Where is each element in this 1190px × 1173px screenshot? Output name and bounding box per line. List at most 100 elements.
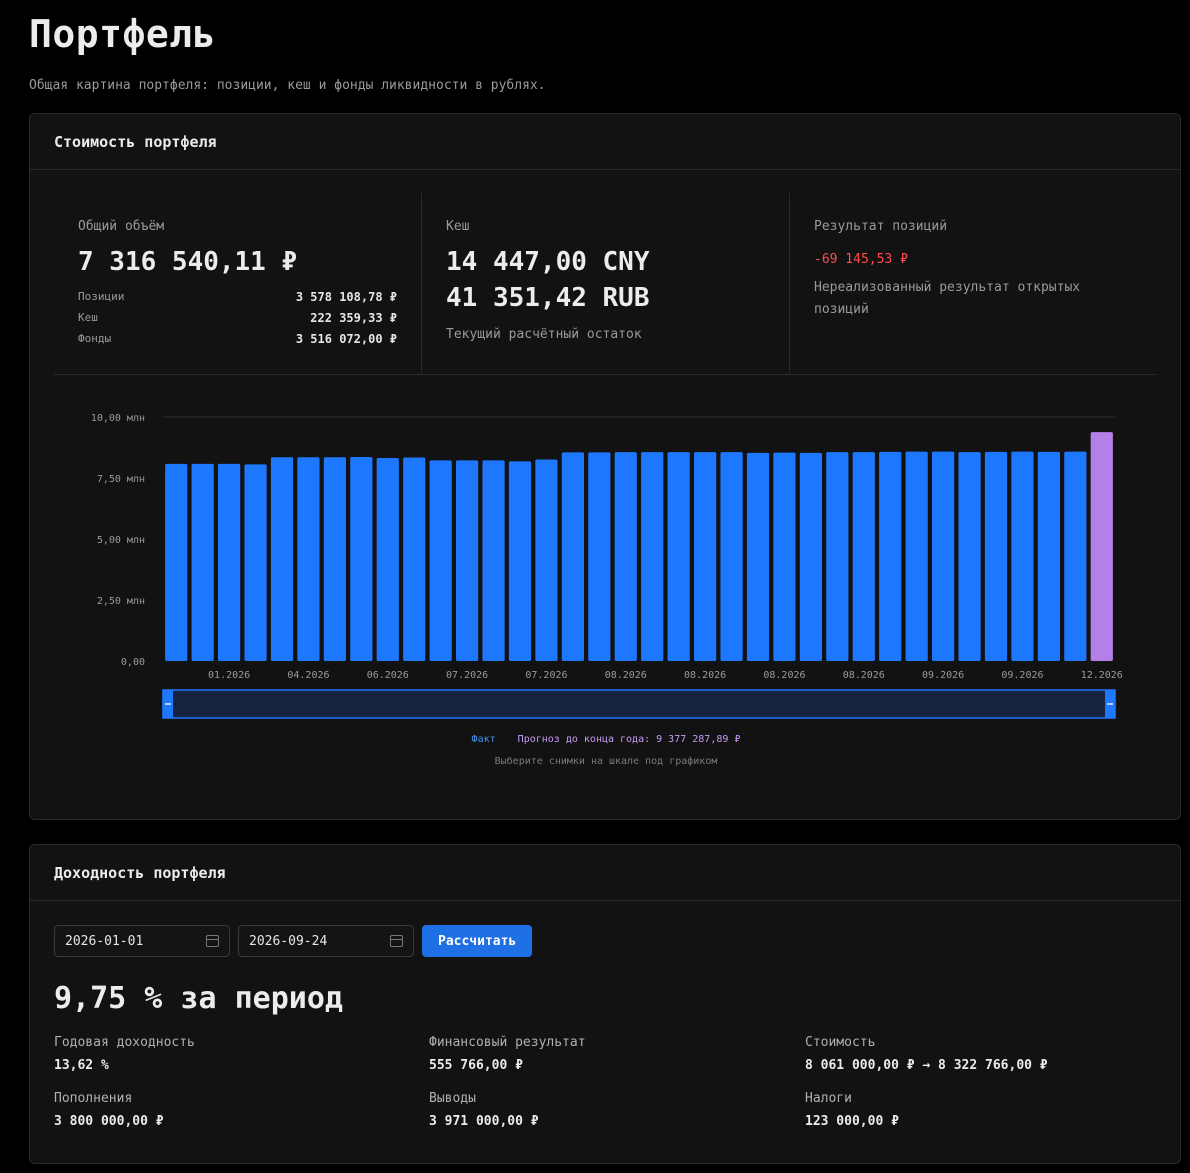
date-to-input[interactable]: 2026-09-24 <box>238 925 414 957</box>
chart-bar[interactable] <box>984 451 1008 661</box>
metric-item: Финансовый результат 555 766,00 ₽ <box>429 1035 805 1073</box>
chart-bar[interactable] <box>826 452 849 661</box>
stat-total: Общий объём 7 316 540,11 ₽ Позиции 3 578… <box>54 193 422 374</box>
metric-label: Налоги <box>805 1091 852 1106</box>
chart-bar[interactable] <box>218 463 241 661</box>
metric-value: 3 800 000,00 ₽ <box>54 1114 164 1129</box>
stat-cash-cny: 14 447,00 CNY <box>446 247 650 277</box>
chart-bar[interactable] <box>535 459 558 661</box>
breakdown-label: Кеш <box>78 311 98 324</box>
breakdown-row: Позиции 3 578 108,78 ₽ <box>78 286 397 307</box>
date-from-value: 2026-01-01 <box>65 933 144 949</box>
chart-bar[interactable] <box>561 452 584 661</box>
returns-metrics: Годовая доходность 13,62 % Финансовый ре… <box>54 1035 1154 1129</box>
legend-fact[interactable]: Факт <box>472 734 496 745</box>
chart-bar[interactable] <box>932 451 955 661</box>
chart-bar[interactable] <box>746 452 770 661</box>
metric-value: 13,62 % <box>54 1058 109 1073</box>
y-tick-label: 10,00 млн <box>91 413 145 424</box>
chart-bar[interactable] <box>323 457 346 661</box>
chart-legend: Факт Прогноз до конца года: 9 377 287,89… <box>30 734 1182 745</box>
metric-value: 3 971 000,00 ₽ <box>429 1114 539 1129</box>
calculate-button[interactable]: Рассчитать <box>422 925 533 957</box>
stat-result: Результат позиций -69 145,53 ₽ Нереализо… <box>790 193 1157 374</box>
chart-bar[interactable] <box>879 451 902 661</box>
page-subtitle: Общая картина портфеля: позиции, кеш и ф… <box>29 78 546 93</box>
range-slider[interactable] <box>162 689 1116 719</box>
x-tick-label: 08.2026 <box>763 670 805 681</box>
metric-item: Выводы 3 971 000,00 ₽ <box>429 1091 805 1129</box>
chart-bar[interactable] <box>191 463 214 661</box>
x-tick-label: 08.2026 <box>605 670 647 681</box>
card-title: Доходность портфеля <box>30 845 1180 901</box>
stat-result-label: Результат позиций <box>814 219 948 234</box>
x-tick-label: 06.2026 <box>367 670 409 681</box>
chart-bar[interactable] <box>508 461 532 661</box>
calendar-icon[interactable] <box>206 935 219 947</box>
portfolio-returns-card: Доходность портфеля 2026-01-01 2026-09-2… <box>29 844 1181 1164</box>
y-tick-label: 0,00 <box>121 657 145 668</box>
metric-value: 8 061 000,00 ₽ → 8 322 766,00 ₽ <box>805 1058 1048 1073</box>
chart-bar[interactable] <box>270 457 294 661</box>
chart-bar[interactable] <box>456 460 479 661</box>
chart-bar[interactable] <box>1011 451 1034 661</box>
metric-value: 555 766,00 ₽ <box>429 1058 523 1073</box>
metric-label: Годовая доходность <box>54 1035 195 1050</box>
chart-bar[interactable] <box>614 452 637 661</box>
metric-label: Выводы <box>429 1091 476 1106</box>
calendar-icon[interactable] <box>390 935 403 947</box>
metric-label: Стоимость <box>805 1035 876 1050</box>
x-tick-label: 09.2026 <box>922 670 964 681</box>
stat-cash: Кеш 14 447,00 CNY 41 351,42 RUB Текущий … <box>422 193 790 374</box>
metric-label: Финансовый результат <box>429 1035 586 1050</box>
metric-item: Пополнения 3 800 000,00 ₽ <box>54 1091 429 1129</box>
chart-bar[interactable] <box>429 460 452 661</box>
chart-bar[interactable] <box>376 457 399 661</box>
legend-forecast[interactable]: Прогноз до конца года: 9 377 287,89 ₽ <box>518 734 741 745</box>
stat-cash-label: Кеш <box>446 219 470 234</box>
stats-row: Общий объём 7 316 540,11 ₽ Позиции 3 578… <box>54 193 1157 375</box>
x-tick-label: 01.2026 <box>208 670 250 681</box>
chart-bar[interactable] <box>297 457 320 661</box>
stat-total-breakdown: Позиции 3 578 108,78 ₽ Кеш 222 359,33 ₽ … <box>78 286 397 349</box>
x-tick-label: 08.2026 <box>684 670 726 681</box>
x-tick-label: 07.2026 <box>525 670 567 681</box>
x-tick-label: 04.2026 <box>287 670 329 681</box>
chart-bar[interactable] <box>905 451 928 661</box>
chart-bar[interactable] <box>641 452 664 661</box>
returns-controls: 2026-01-01 2026-09-24 Рассчитать <box>54 925 533 957</box>
metric-value: 123 000,00 ₽ <box>805 1114 899 1129</box>
portfolio-value-chart: 0,00 2,50 млн 5,00 млн 7,50 млн 10,00 млн 01.… <box>30 396 1182 726</box>
chart-bar[interactable] <box>958 452 981 661</box>
chart-bar[interactable] <box>773 452 796 661</box>
chart-bar[interactable] <box>694 452 717 661</box>
chart-bar[interactable] <box>667 452 690 661</box>
metric-item: Налоги 123 000,00 ₽ <box>805 1091 1154 1129</box>
chart-bar[interactable] <box>799 452 822 661</box>
chart-bar[interactable] <box>350 457 373 661</box>
chart-bar[interactable] <box>403 457 426 661</box>
chart-bar[interactable] <box>165 463 188 661</box>
y-tick-label: 7,50 млн <box>97 474 145 485</box>
page-title: Портфель <box>29 12 217 56</box>
chart-hint: Выберите снимки на шкале под графиком <box>494 756 718 767</box>
y-tick-label: 2,50 млн <box>97 596 145 607</box>
date-from-input[interactable]: 2026-01-01 <box>54 925 230 957</box>
stat-cash-note: Текущий расчётный остаток <box>446 327 642 342</box>
portfolio-page: Портфель Общая картина портфеля: позиции… <box>0 0 1190 1173</box>
chart-bar[interactable] <box>588 452 611 661</box>
stat-total-label: Общий объём <box>78 219 165 234</box>
breakdown-value: 3 578 108,78 ₽ <box>295 289 397 304</box>
forecast-bar[interactable] <box>1090 432 1113 661</box>
stat-total-value: 7 316 540,11 ₽ <box>78 247 298 277</box>
y-tick-label: 5,00 млн <box>97 535 145 546</box>
chart-bar[interactable] <box>1064 451 1087 661</box>
chart-bar[interactable] <box>244 464 267 661</box>
chart-bar[interactable] <box>482 460 505 661</box>
chart-bar[interactable] <box>1037 451 1060 661</box>
chart-bar[interactable] <box>852 452 875 661</box>
x-tick-label: 09.2026 <box>1001 670 1043 681</box>
x-tick-label: 08.2026 <box>843 670 885 681</box>
breakdown-label: Фонды <box>78 332 112 345</box>
chart-bar[interactable] <box>720 452 743 661</box>
